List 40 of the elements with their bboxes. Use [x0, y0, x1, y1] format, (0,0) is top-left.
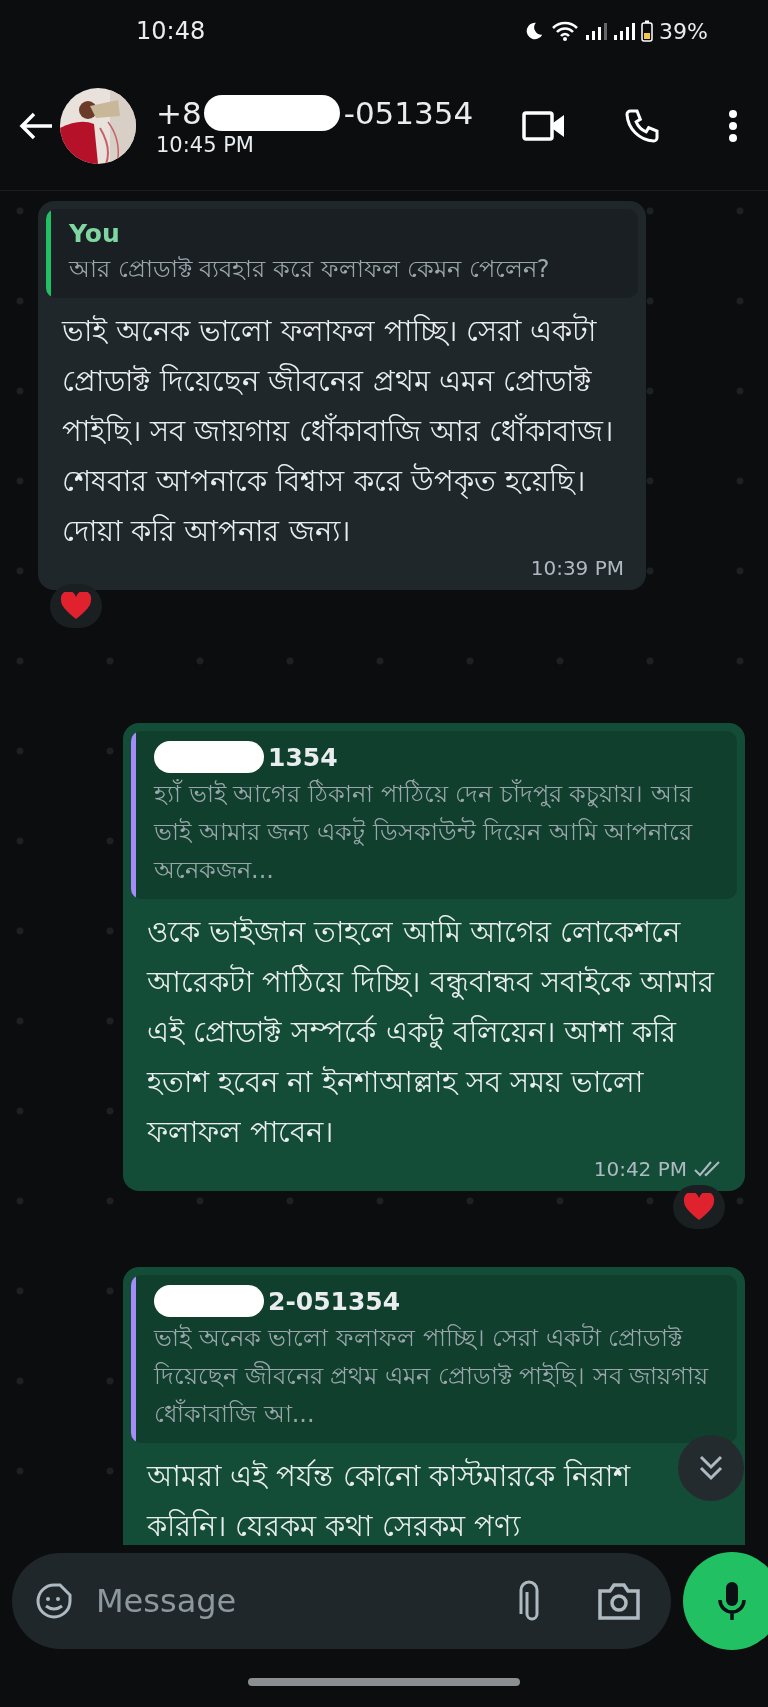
attach-icon[interactable] [517, 1580, 541, 1622]
quoted-message[interactable]: You আর প্রোডাক্ট ব্যবহার করে ফলাফল কেমন পেলেন? [46, 209, 638, 298]
message-text: ওকে ভাইজান তাহলে আমি আগের লোকেশনে আরেকটা পাঠিয়ে দিচ্ছি। বন্ধুবান্ধব সবাইকে আমার এই প্রোডাক্ট সম্পর্কে একটু বলিয়েন। আশা করি হতাশ হবেন না ইনশাআল্লাহ সব সময় ভালো ফলাফল পাবেন। [147, 914, 716, 1151]
wifi-icon [551, 20, 580, 42]
sticker-icon[interactable] [34, 1581, 74, 1621]
quote-text: ভাই অনেক ভালো ফলাফল পাচ্ছি। সেরা একটা প্রোডাক্ট দিয়েছেন জীবনের প্রথম এমন প্রোডাক্ট পাইছি। সব জায়গায় ধোঁকাবাজি আ... [154, 1322, 710, 1430]
quote-author: 2-051354 [268, 1286, 401, 1316]
quote-author: 1354 [268, 742, 338, 772]
heart-icon [683, 1193, 715, 1221]
contact-name[interactable]: +8 [156, 95, 202, 131]
message-bubble[interactable] [38, 201, 646, 590]
quote-text: হ্যাঁ ভাই আগের ঠিকানা পাঠিয়ে দেন চাঁদপুর কচুয়ায়। আর ভাই আমার জন্য একটু ডিসকাউন্ট দিয়েন আমি আপনারে অনেকজন... [154, 778, 694, 886]
message-time: 10:39 PM [530, 556, 624, 580]
battery-icon [641, 20, 654, 42]
last-seen: 10:45 PM [156, 133, 255, 157]
quoted-message[interactable]: 2-051354 ভাই অনেক ভালো ফলাফল পাচ্ছি। সেরা একটা প্রোডাক্ট দিয়েছেন জীবনের প্রথম এমন প্রোডাক্ট পাইছি। সব জায়গায় ধোঁকাবাজি আ... [131, 1275, 737, 1443]
quote-text: আর প্রোডাক্ট ব্যবহার করে ফলাফল কেমন পেলেন? [69, 254, 550, 285]
camera-icon[interactable] [597, 1581, 641, 1621]
signal-icon [613, 21, 636, 41]
message-bubble[interactable] [123, 723, 745, 1191]
message-input[interactable]: Message [94, 1581, 497, 1621]
contact-name[interactable]: -051354 [343, 95, 474, 131]
message-text: আমরা এই পর্যন্ত কোনো কাস্টমারকে নিরাশ করিনি। যেরকম কথা সেরকম পণ্য [147, 1457, 632, 1545]
message-text: ভাই অনেক ভালো ফলাফল পাচ্ছি। সেরা একটা প্রোডাক্ট দিয়েছেন জীবনের প্রথম এমন প্রোডাক্ট পাইছি। সব জায়গায় ধোঁকাবাজি আর ধোঁকাবাজ। শেষবার আপনাকে বিশ্বাস করে উপকৃত হয়েছি। দোয়া করি আপনার জন্য। [62, 312, 615, 550]
reaction-badge[interactable] [673, 1185, 725, 1229]
message-bubble[interactable]: 2-051354 ভাই অনেক ভালো ফলাফল পাচ্ছি। সেরা একটা প্রোডাক্ট দিয়েছেন জীবনের প্রথম এমন প্রোডাক্ট পাইছি। সব জায়গায় ধোঁকাবাজি আ... আমরা এই পর্যন্ত কোনো কাস্টমারকে নিরাশ করিনি। যেরকম কথা সেরকম পণ্য [123, 1267, 745, 1545]
heart-icon [60, 592, 92, 620]
microphone-icon [717, 1580, 747, 1622]
status-time: 10:48 [136, 17, 206, 45]
message-time: 10:42 PM [593, 1157, 687, 1181]
back-arrow-icon[interactable] [18, 111, 54, 141]
more-options-icon[interactable] [728, 109, 738, 143]
battery-percent: 39% [659, 18, 708, 44]
message-field[interactable]: Message [12, 1553, 671, 1649]
reaction-badge[interactable] [50, 584, 102, 628]
video-call-icon[interactable] [522, 110, 566, 142]
quoted-message[interactable]: 1354 হ্যাঁ ভাই আগের ঠিকানা পাঠিয়ে দেন চাঁদপুর কচুয়ায়। আর ভাই আমার জন্য একটু ডিসকাউন্ট দিয়েন আমি আপনারে অনেকজন... [131, 731, 737, 899]
signal-icon [585, 21, 608, 41]
quote-author: You [69, 219, 120, 248]
double-chevron-down-icon [698, 1453, 724, 1483]
